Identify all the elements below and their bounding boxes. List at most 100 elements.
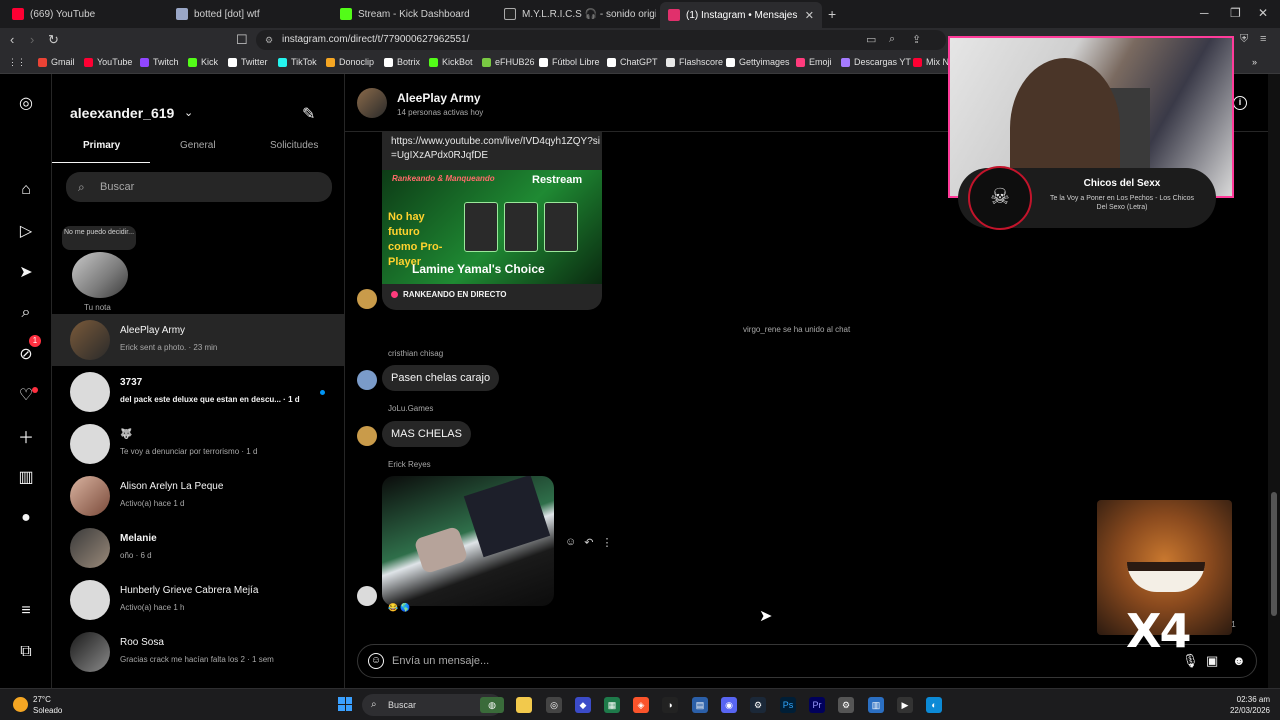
- conversation-item[interactable]: Roo Sosa Gracias crack me hacían falta l…: [52, 626, 344, 678]
- page-scrollbar[interactable]: [1268, 74, 1280, 688]
- message-bubble[interactable]: Pasen chelas carajo: [382, 365, 500, 391]
- bookmark-icon[interactable]: ☐: [236, 32, 248, 48]
- steam-icon[interactable]: ⚙: [750, 697, 766, 713]
- tab-youtube[interactable]: (669) YouTube: [4, 4, 164, 24]
- tab-instagram[interactable]: (1) Instagram • Mensajes ✕: [660, 2, 822, 28]
- more-options-icon[interactable]: ⋮: [601, 536, 612, 549]
- info-icon[interactable]: i: [1233, 96, 1247, 110]
- shield-icon[interactable]: ⛨: [1240, 33, 1248, 46]
- apps-icon[interactable]: ⋮⋮: [8, 57, 26, 68]
- bookmark-item[interactable]: eFHUB26: [482, 57, 535, 67]
- bookmark-item[interactable]: ChatGPT: [607, 57, 658, 67]
- bookmark-item[interactable]: Donoclip: [326, 57, 374, 67]
- premiere-icon[interactable]: Pr: [809, 697, 825, 713]
- instagram-logo-icon[interactable]: ◎: [17, 94, 35, 112]
- home-icon[interactable]: ⌂: [17, 181, 35, 199]
- video-thumbnail[interactable]: Rankeando & Manqueando Restream No hay f…: [382, 170, 602, 284]
- reels-icon[interactable]: ▷: [17, 222, 35, 240]
- create-icon[interactable]: ＋: [17, 427, 35, 447]
- message-reactions[interactable]: 😂 🌎: [388, 603, 410, 612]
- zoom-icon[interactable]: ⌕: [889, 33, 895, 46]
- meta-apps-icon[interactable]: ⧉: [17, 643, 35, 661]
- emoji-picker-icon[interactable]: ☺: [368, 653, 384, 669]
- search-input[interactable]: ⌕ Buscar: [66, 172, 332, 202]
- sender-avatar[interactable]: [357, 370, 377, 390]
- shared-link-message[interactable]: https://www.youtube.com/live/IVD4qyh1ZQY…: [382, 132, 602, 310]
- note-avatar[interactable]: [72, 252, 128, 298]
- back-icon[interactable]: ‹: [10, 32, 14, 47]
- link-url-text[interactable]: https://www.youtube.com/live/IVD4qyh1ZQY…: [391, 135, 601, 163]
- bookmark-item[interactable]: YouTube: [84, 57, 132, 67]
- sender-avatar[interactable]: [357, 586, 377, 606]
- conversation-item[interactable]: 🐺 Te voy a denunciar por terrorismo · 1 …: [52, 418, 344, 470]
- bookmark-item[interactable]: Twitter: [228, 57, 268, 67]
- message-bubble[interactable]: MAS CHELAS: [382, 421, 471, 447]
- bookmark-item[interactable]: KickBot: [429, 57, 473, 67]
- bookmark-item[interactable]: Kick: [188, 57, 218, 67]
- compose-message-icon[interactable]: ✎: [302, 104, 315, 124]
- tab-kick-dashboard[interactable]: Stream - Kick Dashboard: [332, 4, 492, 24]
- conversation-item[interactable]: Melanie oño · 6 d: [52, 522, 344, 574]
- more-bookmarks-icon[interactable]: »: [1252, 57, 1257, 67]
- url-field[interactable]: ⚙ instagram.com/direct/t/779000627962551…: [256, 30, 946, 50]
- messages-icon[interactable]: ➤: [17, 263, 35, 281]
- bookmark-item[interactable]: Gettyimages: [726, 57, 790, 67]
- app-icon[interactable]: ◑: [662, 697, 678, 713]
- bookmark-item[interactable]: Emoji: [796, 57, 832, 67]
- insights-icon[interactable]: ▥: [17, 468, 35, 486]
- bookmark-item[interactable]: Fútbol Libre: [539, 57, 600, 67]
- restore-icon[interactable]: ❐: [1230, 6, 1241, 20]
- tab-general[interactable]: General: [180, 140, 216, 151]
- reload-icon[interactable]: ↻: [48, 32, 59, 48]
- photoshop-icon[interactable]: Ps: [780, 697, 796, 713]
- new-tab-button[interactable]: +: [828, 6, 836, 22]
- notepad-icon[interactable]: ▥: [868, 697, 884, 713]
- tab-solicitudes[interactable]: Solicitudes: [270, 140, 318, 151]
- chrome-icon[interactable]: ◎: [546, 697, 562, 713]
- group-avatar[interactable]: [357, 88, 387, 118]
- more-menu-icon[interactable]: ≡: [17, 602, 35, 620]
- menu-icon[interactable]: ≡: [1260, 33, 1266, 45]
- sender-avatar[interactable]: [357, 426, 377, 446]
- chevron-down-icon[interactable]: ⌄: [184, 106, 193, 119]
- conversation-item[interactable]: AleePlay Army Erick sent a photo. · 23 m…: [52, 314, 344, 366]
- widgets-icon[interactable]: ◍: [480, 697, 504, 713]
- minimize-icon[interactable]: ─: [1200, 6, 1209, 20]
- tab-primary[interactable]: Primary: [83, 140, 120, 151]
- brave-icon[interactable]: ◈: [633, 697, 649, 713]
- share-icon[interactable]: ⇪: [912, 33, 921, 46]
- tab-mylyrics[interactable]: M.Y.L.R.I.C.S 🎧 - sonido original: [496, 4, 656, 24]
- system-clock[interactable]: 02:36 am 22/03/2026: [1218, 694, 1270, 716]
- account-username[interactable]: aleexander_619: [70, 105, 174, 121]
- react-emoji-icon[interactable]: ☺: [565, 536, 576, 549]
- bookmark-item[interactable]: Mix N: [913, 57, 949, 67]
- conversation-item[interactable]: Alison Arelyn La Peque Activo(a) hace 1 …: [52, 470, 344, 522]
- chat-title[interactable]: AleePlay Army: [397, 91, 481, 105]
- bookmark-item[interactable]: Descargas YT: [841, 57, 911, 67]
- photo-message[interactable]: [382, 476, 554, 606]
- tab-botted[interactable]: botted [dot] wtf: [168, 4, 328, 24]
- forward-icon[interactable]: ›: [30, 32, 34, 47]
- bookmark-item[interactable]: Gmail: [38, 57, 75, 67]
- scrollbar-thumb[interactable]: [1271, 492, 1277, 616]
- windows-start-icon[interactable]: [338, 697, 352, 711]
- file-explorer-icon[interactable]: [516, 697, 532, 713]
- note-bubble[interactable]: No me puedo decidir...: [62, 226, 136, 250]
- image-upload-icon[interactable]: ▣: [1206, 653, 1218, 669]
- bookmark-item[interactable]: Botrix: [384, 57, 420, 67]
- site-info-icon[interactable]: ⚙: [265, 30, 273, 50]
- settings-icon[interactable]: ⚙: [838, 697, 854, 713]
- close-tab-icon[interactable]: ✕: [805, 9, 814, 22]
- bookmark-item[interactable]: Flashscore: [666, 57, 723, 67]
- bookmark-item[interactable]: Twitch: [140, 57, 179, 67]
- reply-icon[interactable]: ↶: [584, 536, 593, 549]
- search-icon[interactable]: ⌕: [17, 304, 35, 322]
- bookmark-item[interactable]: TikTok: [278, 57, 317, 67]
- media-player-icon[interactable]: ▶: [897, 697, 913, 713]
- sticker-icon[interactable]: ☻: [1232, 653, 1246, 668]
- cast-icon[interactable]: ▭: [866, 33, 876, 46]
- message-input[interactable]: [392, 651, 1092, 671]
- app-icon[interactable]: ▦: [604, 697, 620, 713]
- sender-avatar[interactable]: [357, 289, 377, 309]
- conversation-item[interactable]: Hunberly Grieve Cabrera Mejía Activo(a) …: [52, 574, 344, 626]
